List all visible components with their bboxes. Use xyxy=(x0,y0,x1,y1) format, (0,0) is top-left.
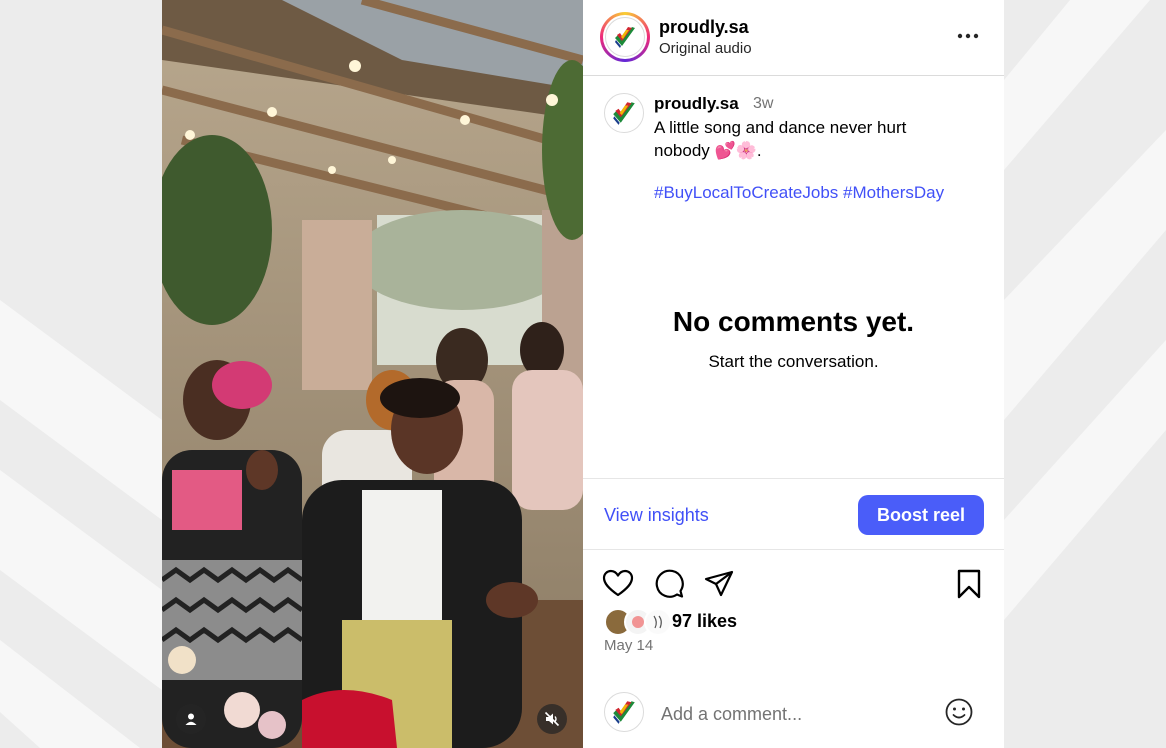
more-icon[interactable] xyxy=(956,28,980,44)
post-header: proudly.sa Original audio xyxy=(583,0,1004,76)
share-icon[interactable] xyxy=(703,568,735,600)
comment-icon[interactable] xyxy=(653,568,685,600)
caption-avatar[interactable] xyxy=(604,93,644,133)
empty-comments-subtitle: Start the conversation. xyxy=(708,352,879,371)
mute-button[interactable] xyxy=(537,704,567,734)
liker-avatars[interactable] xyxy=(604,608,674,636)
story-avatar[interactable] xyxy=(600,12,650,62)
post-date: May 14 xyxy=(604,637,654,654)
reel-video[interactable] xyxy=(162,0,583,748)
proudly-sa-logo xyxy=(605,17,645,57)
boost-reel-button[interactable]: Boost reel xyxy=(858,495,984,535)
header-username[interactable]: proudly.sa xyxy=(659,17,749,38)
heart-icon[interactable] xyxy=(602,568,634,600)
likes-count[interactable]: 97 likes xyxy=(672,611,737,632)
smile-icon[interactable] xyxy=(944,697,974,727)
hashtags: #BuyLocalToCreateJobs #MothersDay xyxy=(654,183,944,203)
insights-bar: View insights Boost reel xyxy=(583,478,1004,550)
person-icon xyxy=(185,713,197,725)
audio-label[interactable]: Original audio xyxy=(659,40,752,57)
comment-input[interactable] xyxy=(659,700,923,728)
video-frame xyxy=(162,0,583,748)
post-time-ago: 3w xyxy=(753,95,774,112)
view-insights-link[interactable]: View insights xyxy=(604,505,709,526)
empty-comments-title: No comments yet. xyxy=(672,306,915,337)
liker-avatar xyxy=(644,608,672,636)
current-user-avatar xyxy=(604,692,644,732)
post-details-panel: proudly.sa Original audio proudly.sa 3w … xyxy=(583,0,1004,748)
caption-username[interactable]: proudly.sa xyxy=(654,94,739,114)
hashtag-mothers-day[interactable]: #MothersDay xyxy=(843,183,944,202)
mute-icon xyxy=(544,711,560,727)
bookmark-icon[interactable] xyxy=(953,568,985,600)
tagged-people-button[interactable] xyxy=(176,704,206,734)
caption-text: A little song and dance never hurt nobod… xyxy=(654,118,907,160)
hashtag-buy-local[interactable]: #BuyLocalToCreateJobs xyxy=(654,183,838,202)
